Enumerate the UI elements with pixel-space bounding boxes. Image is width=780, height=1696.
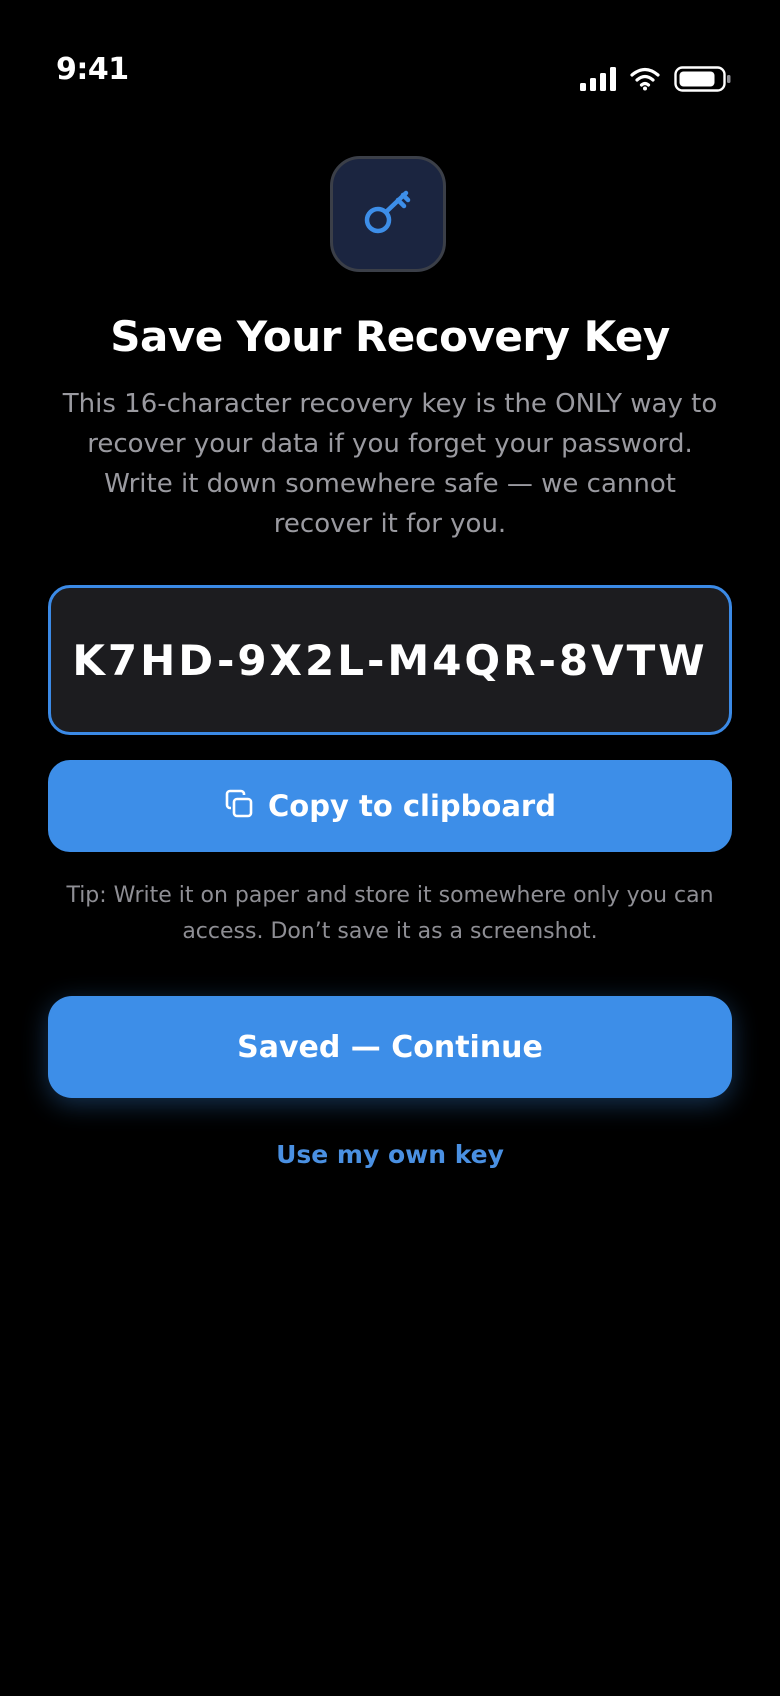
copy-icon	[224, 789, 254, 823]
recovery-key-text[interactable]: K7HD-9X2L-M4QR-8VTW	[72, 636, 707, 685]
app-icon-tile	[330, 156, 446, 272]
wifi-icon	[630, 67, 660, 95]
copy-to-clipboard-button[interactable]: Copy to clipboard	[48, 760, 732, 852]
status-time: 9:41	[56, 52, 129, 87]
page-title: Save Your Recovery Key	[110, 312, 670, 361]
continue-button-label: Saved — Continue	[237, 1029, 543, 1065]
status-icons	[580, 66, 732, 96]
saved-continue-button[interactable]: Saved — Continue	[48, 996, 732, 1098]
tip-text: Tip: Write it on paper and store it some…	[66, 883, 714, 944]
recovery-key-box[interactable]: K7HD-9X2L-M4QR-8VTW	[48, 585, 732, 735]
copy-button-label: Copy to clipboard	[268, 789, 556, 823]
key-icon	[360, 184, 416, 244]
status-bar: 9:41	[0, 0, 780, 150]
description-text: This 16-character recovery key is the ON…	[62, 389, 718, 539]
battery-icon	[674, 66, 732, 96]
use-my-own-key-link[interactable]: Use my own key	[0, 1140, 780, 1169]
cellular-signal-icon	[580, 67, 616, 95]
